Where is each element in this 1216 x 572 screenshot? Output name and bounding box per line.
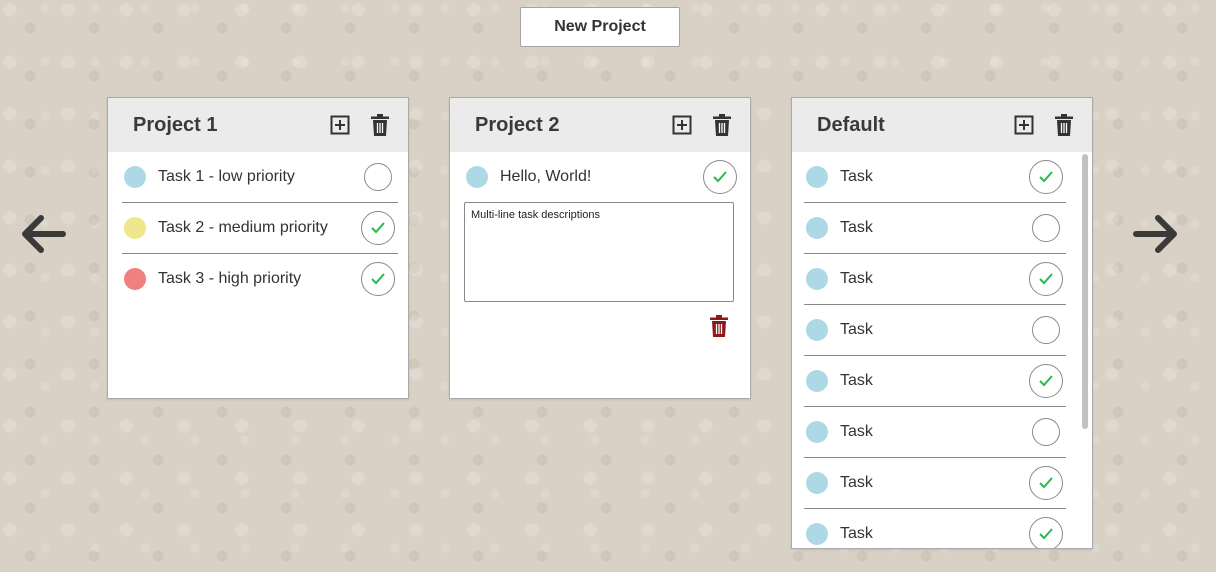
task-row[interactable]: Task (804, 356, 1066, 407)
task-row[interactable]: Task (804, 254, 1066, 305)
task-list: Task Task Task Task Task Task Task Task (792, 152, 1092, 548)
complete-toggle[interactable] (1032, 214, 1060, 242)
check-icon (1039, 171, 1053, 183)
priority-low-dot (806, 166, 828, 188)
priority-low-dot (806, 370, 828, 392)
priority-low-dot (806, 319, 828, 341)
check-icon (371, 273, 385, 285)
priority-low-dot (124, 166, 146, 188)
task-description-input[interactable]: Multi-line task descriptions (464, 202, 734, 302)
priority-low-dot (806, 217, 828, 239)
check-icon (371, 222, 385, 234)
task-row[interactable]: Task (804, 458, 1066, 509)
scrollbar-thumb[interactable] (1082, 154, 1088, 429)
delete-project-icon[interactable] (368, 113, 392, 137)
complete-toggle[interactable] (1029, 262, 1063, 296)
project-title: Project 1 (133, 113, 218, 136)
task-row[interactable]: Task (804, 509, 1066, 548)
project-card-default: Default Task Task Task Task Task Task Ta… (791, 97, 1093, 549)
task-label: Task (840, 372, 873, 389)
project-header: Project 1 (108, 98, 408, 152)
task-row[interactable]: Task (804, 407, 1066, 458)
project-header: Default (792, 98, 1092, 152)
complete-toggle[interactable] (703, 160, 737, 194)
add-task-icon[interactable] (670, 113, 694, 137)
project-card-project-2: Project 2 Hello, World! Multi-line task … (449, 97, 751, 399)
task-row[interactable]: Task (804, 203, 1066, 254)
next-arrow-icon[interactable] (1130, 208, 1182, 260)
task-row[interactable]: Task 2 - medium priority (122, 203, 398, 254)
task-row[interactable]: Task (804, 305, 1066, 356)
complete-toggle[interactable] (1032, 316, 1060, 344)
complete-toggle[interactable] (1029, 160, 1063, 194)
project-title: Default (817, 113, 885, 136)
task-label: Task 2 - medium priority (158, 219, 328, 236)
task-scroll-area[interactable]: Task Task Task Task Task Task Task Task (792, 152, 1092, 548)
priority-low-dot (806, 472, 828, 494)
task-label: Task 1 - low priority (158, 168, 295, 185)
task-label: Task (840, 525, 873, 542)
task-label: Task (840, 423, 873, 440)
task-row[interactable]: Task 1 - low priority (122, 152, 398, 203)
add-task-icon[interactable] (328, 113, 352, 137)
priority-high-dot (124, 268, 146, 290)
check-icon (713, 171, 727, 183)
task-label: Task (840, 474, 873, 491)
task-row[interactable]: Hello, World! (464, 152, 740, 202)
check-icon (1039, 375, 1053, 387)
task-row[interactable]: Task 3 - high priority (122, 254, 398, 304)
priority-medium-dot (124, 217, 146, 239)
arrow-left-icon (22, 215, 66, 253)
add-task-icon[interactable] (1012, 113, 1036, 137)
task-label: Task 3 - high priority (158, 270, 302, 287)
task-label: Task (840, 168, 873, 185)
arrow-right-icon (1133, 215, 1177, 253)
priority-low-dot (466, 166, 488, 188)
complete-toggle[interactable] (1029, 466, 1063, 500)
delete-task-icon[interactable] (708, 314, 730, 338)
scrollbar[interactable] (1081, 154, 1089, 546)
check-icon (1039, 273, 1053, 285)
priority-low-dot (806, 268, 828, 290)
project-title: Project 2 (475, 113, 560, 136)
new-project-button[interactable]: New Project (520, 7, 680, 47)
check-icon (1039, 477, 1053, 489)
task-label: Task (840, 219, 873, 236)
priority-low-dot (806, 523, 828, 545)
complete-toggle[interactable] (361, 262, 395, 296)
complete-toggle[interactable] (1029, 517, 1063, 548)
task-list: Hello, World! (450, 152, 750, 202)
priority-low-dot (806, 421, 828, 443)
previous-arrow-icon[interactable] (17, 208, 69, 260)
delete-project-icon[interactable] (710, 113, 734, 137)
complete-toggle[interactable] (1032, 418, 1060, 446)
task-label: Task (840, 321, 873, 338)
complete-toggle[interactable] (361, 211, 395, 245)
task-list: Task 1 - low priority Task 2 - medium pr… (108, 152, 408, 304)
task-row[interactable]: Task (804, 152, 1066, 203)
task-label: Hello, World! (500, 168, 592, 185)
project-card-project-1: Project 1 Task 1 - low priority Task 2 -… (107, 97, 409, 399)
complete-toggle[interactable] (364, 163, 392, 191)
complete-toggle[interactable] (1029, 364, 1063, 398)
delete-project-icon[interactable] (1052, 113, 1076, 137)
check-icon (1039, 528, 1053, 540)
task-label: Task (840, 270, 873, 287)
project-header: Project 2 (450, 98, 750, 152)
